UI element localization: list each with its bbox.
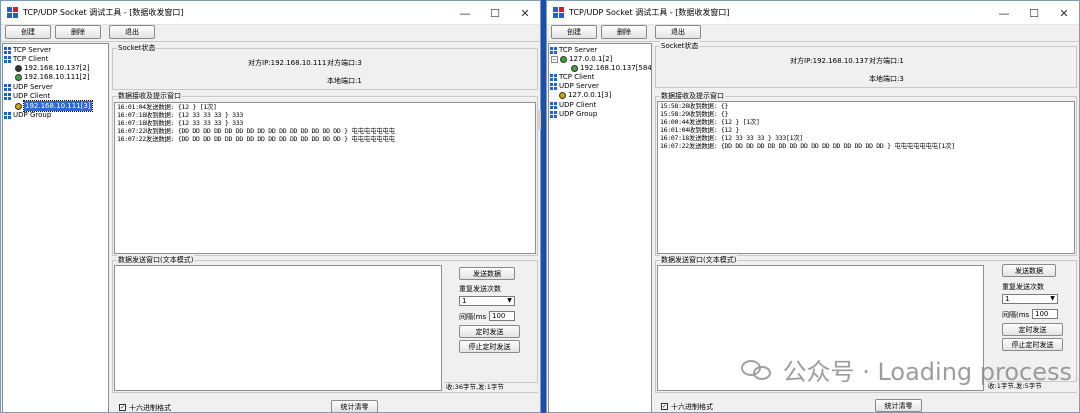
connection-icon	[571, 64, 578, 72]
right-title-bar[interactable]: TCP/UDP Socket 调试工具 - [数据收发窗口] — ☐ ✕	[547, 1, 1079, 25]
wechat-icon	[740, 358, 775, 382]
network-icon	[550, 46, 557, 54]
network-icon	[4, 92, 11, 100]
network-icon	[4, 83, 11, 91]
log-line: 16:01:04发送数据: {12 } [1次]	[117, 103, 217, 111]
hex-label: 十六进制格式	[671, 403, 713, 411]
local-port: 本地端口:3	[869, 75, 904, 83]
send-title: 数据发送窗口(文本模式)	[660, 255, 738, 265]
network-icon	[4, 111, 11, 119]
toolbar: 创建 删除 退出	[1, 25, 540, 42]
repeat-count-select[interactable]: 1 ▼	[459, 296, 515, 306]
app-icon	[7, 7, 18, 18]
network-icon	[550, 82, 557, 90]
hex-checkbox[interactable]: ✓	[119, 404, 126, 411]
send-data-button[interactable]: 发送数据	[1002, 264, 1056, 277]
connection-icon	[15, 73, 22, 81]
dropdown-arrow-icon: ▼	[1050, 295, 1055, 302]
connection-icon	[15, 64, 22, 72]
receive-log[interactable]: 15:58:28收到数据: {} 15:58:29收到数据: {} 16:00:…	[657, 101, 1075, 254]
collapse-icon[interactable]: –	[551, 55, 558, 63]
window-title: TCP/UDP Socket 调试工具 - [数据收发窗口]	[23, 8, 184, 17]
send-data-button[interactable]: 发送数据	[459, 267, 515, 280]
maximize-icon[interactable]: ☐	[480, 1, 510, 25]
log-line: 16:07:18发送数据: {12 33 33 33 } 333[1次]	[660, 134, 804, 142]
delete-button[interactable]: 删除	[601, 25, 647, 39]
timer-send-button[interactable]: 定时发送	[1002, 323, 1063, 336]
window-title: TCP/UDP Socket 调试工具 - [数据收发窗口]	[569, 8, 730, 17]
log-line: 16:01:04收到数据: {12 }	[660, 126, 740, 134]
left-title-bar[interactable]: TCP/UDP Socket 调试工具 - [数据收发窗口] — ☐ ✕	[1, 1, 540, 25]
log-line: 15:58:28收到数据: {}	[660, 102, 729, 110]
stop-timer-button[interactable]: 停止定时发送	[1002, 338, 1063, 351]
peer-ip: 对方IP:192.168.10.137	[790, 57, 869, 65]
socket-status-group: Socket状态 对方IP:192.168.10.111 对方端口:3 本地端口…	[112, 43, 538, 90]
log-line: 16:07:18收到数据: {12 33 33 33 } 333	[117, 119, 243, 127]
log-line: 15:58:29收到数据: {}	[660, 110, 729, 118]
connection-tree[interactable]: TCP Server –127.0.0.1[2] 192.168.10.137[…	[548, 43, 652, 412]
repeat-count-select[interactable]: 1 ▼	[1002, 294, 1058, 304]
left-splitter[interactable]	[537, 110, 541, 130]
receive-title: 数据接收及提示窗口	[660, 91, 725, 101]
byte-count-status: 收:36字节,发:1字节	[444, 382, 538, 392]
app-icon	[553, 7, 564, 18]
socket-status-title: Socket状态	[117, 43, 157, 53]
network-icon	[550, 110, 557, 118]
socket-status-title: Socket状态	[660, 41, 700, 51]
network-icon	[550, 73, 557, 81]
log-line: 16:07:22收到数据: {DD DD DD DD DD DD DD DD D…	[117, 127, 395, 135]
network-icon	[550, 101, 557, 109]
send-title: 数据发送窗口(文本模式)	[117, 255, 195, 265]
left-window: TCP/UDP Socket 调试工具 - [数据收发窗口] — ☐ ✕ 创建 …	[0, 0, 541, 413]
peer-port: 对方端口:1	[869, 57, 904, 65]
network-icon	[4, 46, 11, 54]
exit-button[interactable]: 退出	[109, 25, 155, 39]
create-button[interactable]: 创建	[551, 25, 597, 39]
peer-port: 对方端口:3	[327, 59, 362, 67]
log-line: 16:07:22发送数据: {DD DD DD DD DD DD DD DD D…	[117, 135, 395, 143]
hex-label: 十六进制格式	[129, 404, 171, 412]
repeat-label: 重复发送次数	[1002, 283, 1044, 291]
timer-send-button[interactable]: 定时发送	[459, 325, 520, 338]
connection-icon	[559, 91, 566, 99]
log-line: 16:07:22发送数据: {DD DD DD DD DD DD DD DD D…	[660, 142, 955, 150]
local-port: 本地端口:1	[327, 77, 362, 85]
maximize-icon[interactable]: ☐	[1019, 1, 1049, 25]
minimize-icon[interactable]: —	[450, 1, 480, 25]
connection-tree[interactable]: TCP Server TCP Client 192.168.10.137[2] …	[2, 43, 109, 412]
minimize-icon[interactable]: —	[989, 1, 1019, 25]
interval-input[interactable]: 100	[1032, 309, 1058, 319]
log-line: 16:00:44发送数据: {12 } [1次]	[660, 118, 760, 126]
create-button[interactable]: 创建	[5, 25, 51, 39]
clear-stats-button[interactable]: 统计清零	[331, 400, 378, 412]
interval-input[interactable]: 100	[489, 311, 515, 321]
close-icon[interactable]: ✕	[510, 1, 540, 25]
repeat-label: 重复发送次数	[459, 285, 501, 293]
tree-udp-group[interactable]: UDP Group	[4, 110, 51, 120]
network-icon	[4, 55, 11, 63]
delete-button[interactable]: 删除	[55, 25, 101, 39]
interval-label: 间隔(ms	[1002, 311, 1030, 319]
log-line: 16:07:18收到数据: {12 33 33 33 } 333	[117, 111, 243, 119]
tree-udp-group[interactable]: UDP Group	[550, 109, 597, 119]
toolbar: 创建 删除 退出	[547, 25, 1079, 42]
close-icon[interactable]: ✕	[1049, 1, 1079, 25]
receive-log[interactable]: 16:01:04发送数据: {12 } [1次] 16:07:18收到数据: {…	[114, 102, 536, 254]
receive-title: 数据接收及提示窗口	[117, 91, 182, 101]
connection-icon	[15, 102, 22, 110]
connection-icon	[560, 55, 567, 63]
socket-status-group: Socket状态 对方IP:192.168.10.137 对方端口:1 本地端口…	[655, 41, 1077, 88]
hex-checkbox[interactable]: ✓	[661, 403, 668, 410]
stop-timer-button[interactable]: 停止定时发送	[459, 340, 520, 353]
interval-label: 间隔(ms	[459, 313, 487, 321]
tree-udp-client[interactable]: UDP Client	[4, 91, 50, 101]
send-textarea[interactable]	[114, 265, 442, 391]
tree-udp-server-item[interactable]: 127.0.0.1[3]	[559, 90, 611, 100]
clear-stats-button[interactable]: 统计清零	[875, 399, 922, 412]
tree-tcp-client-item[interactable]: 192.168.10.111[2]	[15, 72, 90, 82]
exit-button[interactable]: 退出	[655, 25, 701, 39]
dropdown-arrow-icon: ▼	[507, 297, 512, 304]
peer-ip: 对方IP:192.168.10.111	[248, 59, 327, 67]
watermark: 公众号 · Loading process	[740, 352, 1072, 387]
